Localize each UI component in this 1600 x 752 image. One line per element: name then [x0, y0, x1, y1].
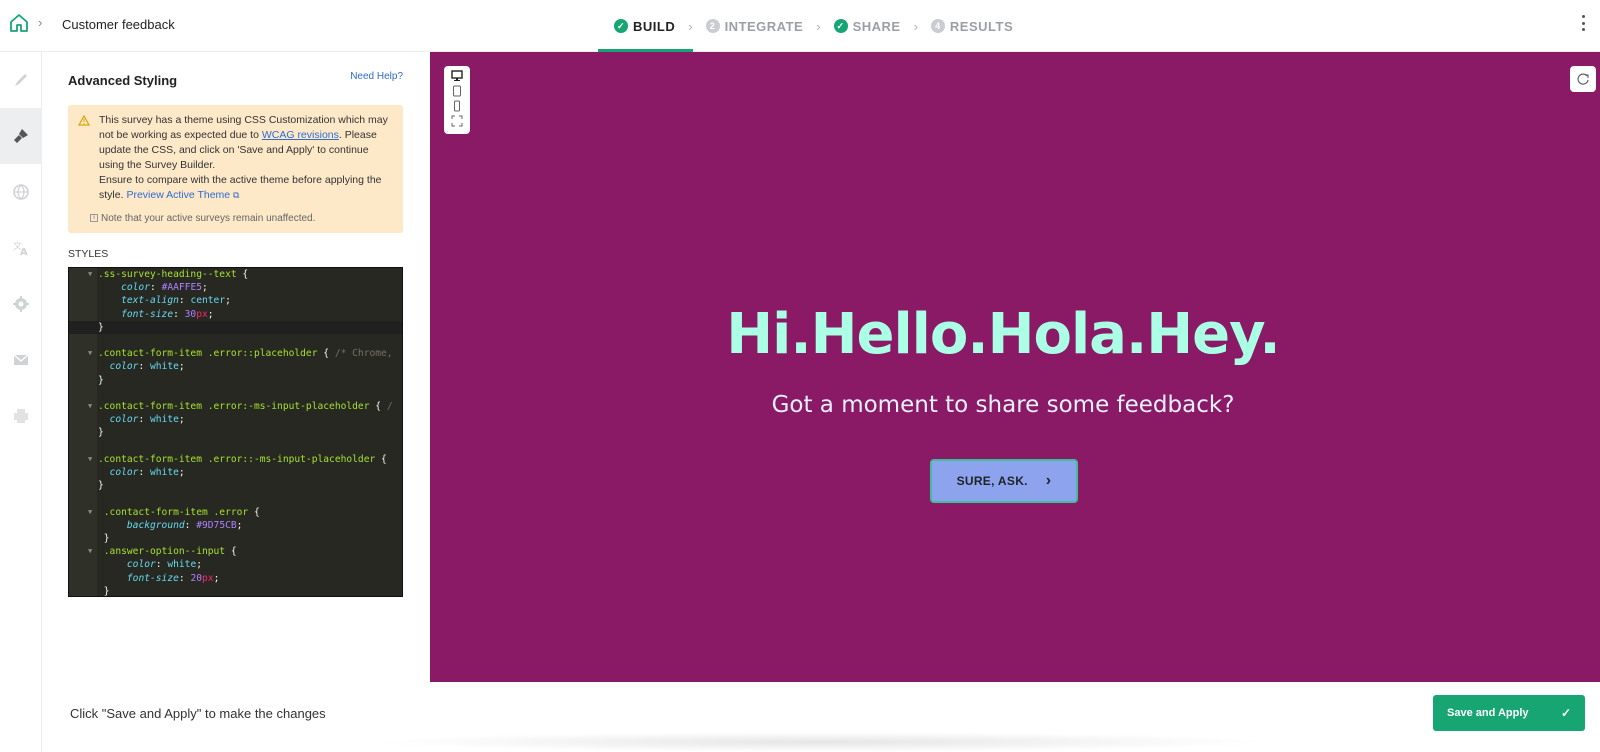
home-icon[interactable]	[8, 12, 30, 34]
code-line[interactable]	[69, 387, 402, 400]
styles-label: STYLES	[68, 248, 109, 260]
desktop-icon[interactable]	[451, 70, 463, 82]
code-line[interactable]: font-size: 20px;	[69, 572, 402, 585]
step-number: 2	[705, 19, 720, 33]
panel-title: Advanced Styling	[68, 73, 178, 88]
external-link-icon: ⧉	[233, 190, 240, 200]
survey-heading: Hi.Hello.Hola.Hey.	[726, 302, 1280, 367]
print-icon[interactable]	[0, 388, 42, 444]
code-line[interactable]: font-size: 30px;	[69, 308, 402, 321]
code-line[interactable]	[69, 440, 402, 453]
translate-icon[interactable]: 文A	[0, 220, 42, 276]
code-line[interactable]: ▼ .ss-survey-heading--text {	[69, 268, 402, 281]
preview-active-theme-label: Preview Active Theme	[126, 189, 231, 201]
css-code-editor[interactable]: ▼ .ss-survey-heading--text { color: #AAFF…	[68, 267, 403, 597]
css-warning-banner: This survey has a theme using CSS Custom…	[68, 105, 403, 233]
code-line[interactable]: }	[69, 426, 402, 439]
step-label: RESULTS	[949, 18, 1014, 34]
refresh-icon[interactable]	[1570, 66, 1596, 92]
code-line[interactable]: text-align: center;	[69, 294, 402, 307]
code-line[interactable]: }	[69, 374, 402, 387]
code-line[interactable]: ▼ .contact-form-item .error::placeholder …	[69, 347, 402, 360]
code-line[interactable]: }	[69, 320, 402, 334]
code-line[interactable]: }	[69, 532, 402, 545]
code-line[interactable]: color: white;	[69, 466, 402, 479]
more-options-icon[interactable]	[1582, 15, 1586, 31]
chevron-right-icon: ›	[688, 18, 693, 34]
advanced-styling-panel: Advanced Styling Need Help? This survey …	[42, 52, 430, 682]
check-icon: ✓	[833, 19, 848, 33]
code-line[interactable]: background: #9D75CB;	[69, 519, 402, 532]
left-rail: 文A	[0, 52, 42, 752]
wcag-revisions-link[interactable]: WCAG revisions	[262, 129, 339, 141]
code-line[interactable]: color: white;	[69, 558, 402, 571]
code-line[interactable]: ▼ .answer-option--input {	[69, 545, 402, 558]
save-label: Save and Apply	[1447, 707, 1529, 719]
info-icon: i	[90, 214, 98, 223]
survey-preview: Hi.Hello.Hola.Hey. Got a moment to share…	[430, 52, 1600, 682]
code-line[interactable]: ▼ .contact-form-item .error {	[69, 506, 402, 519]
code-line[interactable]	[69, 334, 402, 347]
code-line[interactable]: color: white;	[69, 360, 402, 373]
code-line[interactable]: color: #AAFFE5;	[69, 281, 402, 294]
brush-icon[interactable]	[0, 52, 42, 108]
code-line[interactable]: }	[69, 479, 402, 492]
mail-icon[interactable]	[0, 332, 42, 388]
step-navigation: ✓ BUILD › 2 INTEGRATE › ✓ SHARE › 4 RESU…	[597, 0, 1015, 52]
code-line[interactable]: ▼ .contact-form-item .error:-ms-input-pla…	[69, 400, 402, 413]
check-icon: ✓	[614, 19, 628, 33]
save-hint: Click "Save and Apply" to make the chang…	[70, 706, 326, 721]
chevron-right-icon: ›	[816, 18, 821, 34]
footer-shadow	[372, 732, 1272, 752]
svg-text:A: A	[20, 247, 28, 258]
tablet-icon[interactable]	[451, 85, 463, 97]
warning-icon	[78, 115, 90, 126]
need-help-link[interactable]: Need Help?	[350, 71, 403, 82]
step-results[interactable]: 4 RESULTS	[929, 0, 1015, 52]
step-share[interactable]: ✓ SHARE	[832, 0, 903, 52]
code-line[interactable]: ▼ .contact-form-item .error::-ms-input-pl…	[69, 453, 402, 466]
check-icon: ✓	[1560, 706, 1571, 720]
code-line[interactable]: color: white;	[69, 413, 402, 426]
step-label: INTEGRATE	[724, 18, 804, 34]
mobile-icon[interactable]	[451, 100, 463, 112]
survey-subheading: Got a moment to share some feedback?	[771, 392, 1235, 418]
unaffected-note: i Note that your active surveys remain un…	[90, 211, 315, 226]
step-build[interactable]: ✓ BUILD	[597, 0, 694, 52]
sure-ask-button[interactable]: SURE, ASK. ›	[930, 459, 1078, 503]
code-line[interactable]: }	[69, 585, 402, 596]
chevron-right-icon: ›	[913, 18, 918, 34]
survey-title: Customer feedback	[62, 17, 175, 32]
gear-icon[interactable]	[0, 276, 42, 332]
globe-icon[interactable]	[0, 164, 42, 220]
step-number: 4	[930, 19, 945, 33]
chevron-right-icon: ›	[1045, 472, 1052, 489]
code-line[interactable]	[69, 492, 402, 505]
preview-active-theme-link[interactable]: Preview Active Theme ⧉	[126, 189, 239, 201]
chevron-right-icon: ›	[38, 15, 43, 30]
step-label: BUILD	[633, 18, 676, 34]
save-and-apply-button[interactable]: Save and Apply ✓	[1433, 695, 1585, 731]
step-label: SHARE	[852, 18, 901, 34]
step-integrate[interactable]: 2 INTEGRATE	[704, 0, 806, 52]
paint-icon[interactable]	[0, 108, 42, 164]
fullscreen-icon[interactable]	[451, 115, 463, 127]
note-text: Note that your active surveys remain una…	[101, 213, 316, 224]
device-switcher	[444, 66, 470, 134]
footer-bar: Click "Save and Apply" to make the chang…	[42, 682, 1600, 752]
top-bar: › Customer feedback ✓ BUILD › 2 INTEGRAT…	[0, 0, 1600, 52]
cta-label: SURE, ASK.	[956, 474, 1028, 488]
